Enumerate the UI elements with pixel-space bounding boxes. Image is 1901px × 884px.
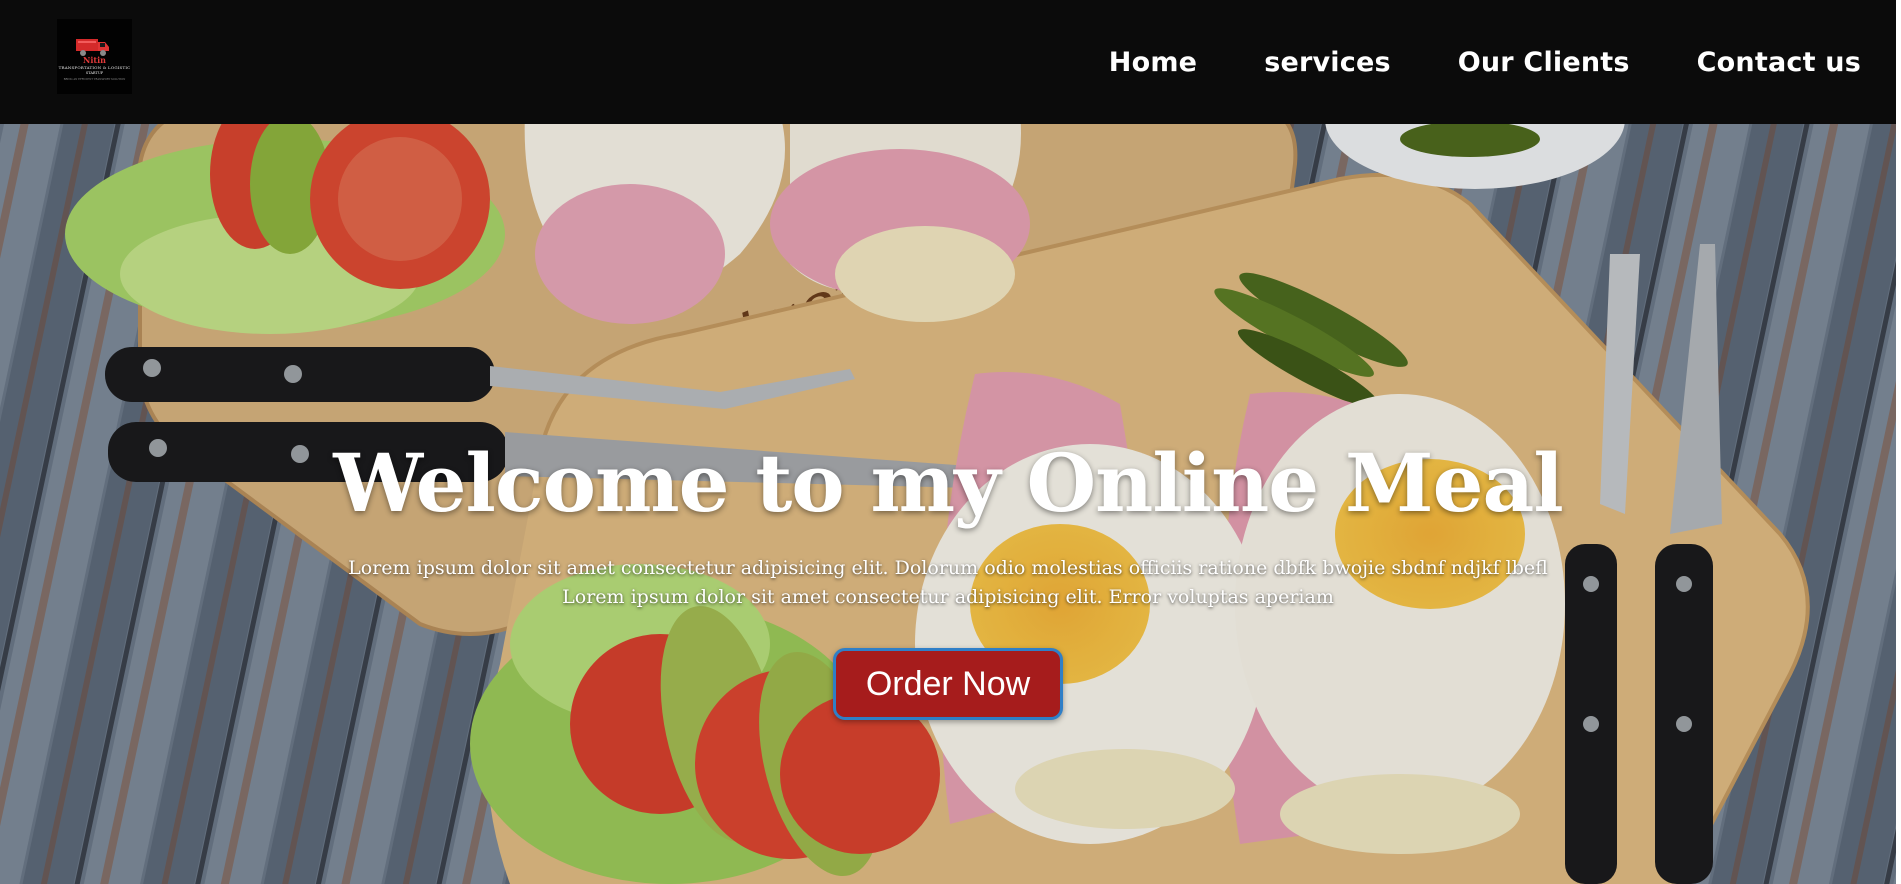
hero-text-line-1: Lorem ipsum dolor sit amet consectetur a… [348, 557, 1548, 579]
brand-logo[interactable]: Nitin TRANSPORTATION & LOGISTIC STARTUP … [57, 19, 132, 94]
logo-fine-print: BRING AN EFFICIENT TRANSPORT SOLUTION [63, 78, 126, 81]
hero-description: Lorem ipsum dolor sit amet consectetur a… [308, 554, 1588, 612]
logo-tagline: TRANSPORTATION & LOGISTIC [58, 65, 131, 70]
navbar: Nitin TRANSPORTATION & LOGISTIC STARTUP … [0, 0, 1896, 124]
hero-title: Welcome to my Online Meal [333, 436, 1563, 530]
nav-contact-link[interactable]: Contact us [1697, 47, 1861, 78]
hero-content: Welcome to my Online Meal Lorem ipsum do… [0, 435, 1896, 720]
hero-text-line-2: Lorem ipsum dolor sit amet consectetur a… [562, 586, 1334, 608]
hero-section: brotzeit [0, 124, 1896, 884]
truck-logo-icon [76, 39, 109, 56]
nav-services-link[interactable]: services [1264, 47, 1391, 78]
nav-home-link[interactable]: Home [1109, 47, 1197, 78]
logo-subtitle: STARTUP [85, 71, 104, 75]
main-nav: Home services Our Clients Contact us [1109, 0, 1861, 124]
nav-our-clients-link[interactable]: Our Clients [1458, 47, 1630, 78]
order-now-button[interactable]: Order Now [832, 648, 1064, 720]
logo-name: Nitin [83, 55, 106, 65]
